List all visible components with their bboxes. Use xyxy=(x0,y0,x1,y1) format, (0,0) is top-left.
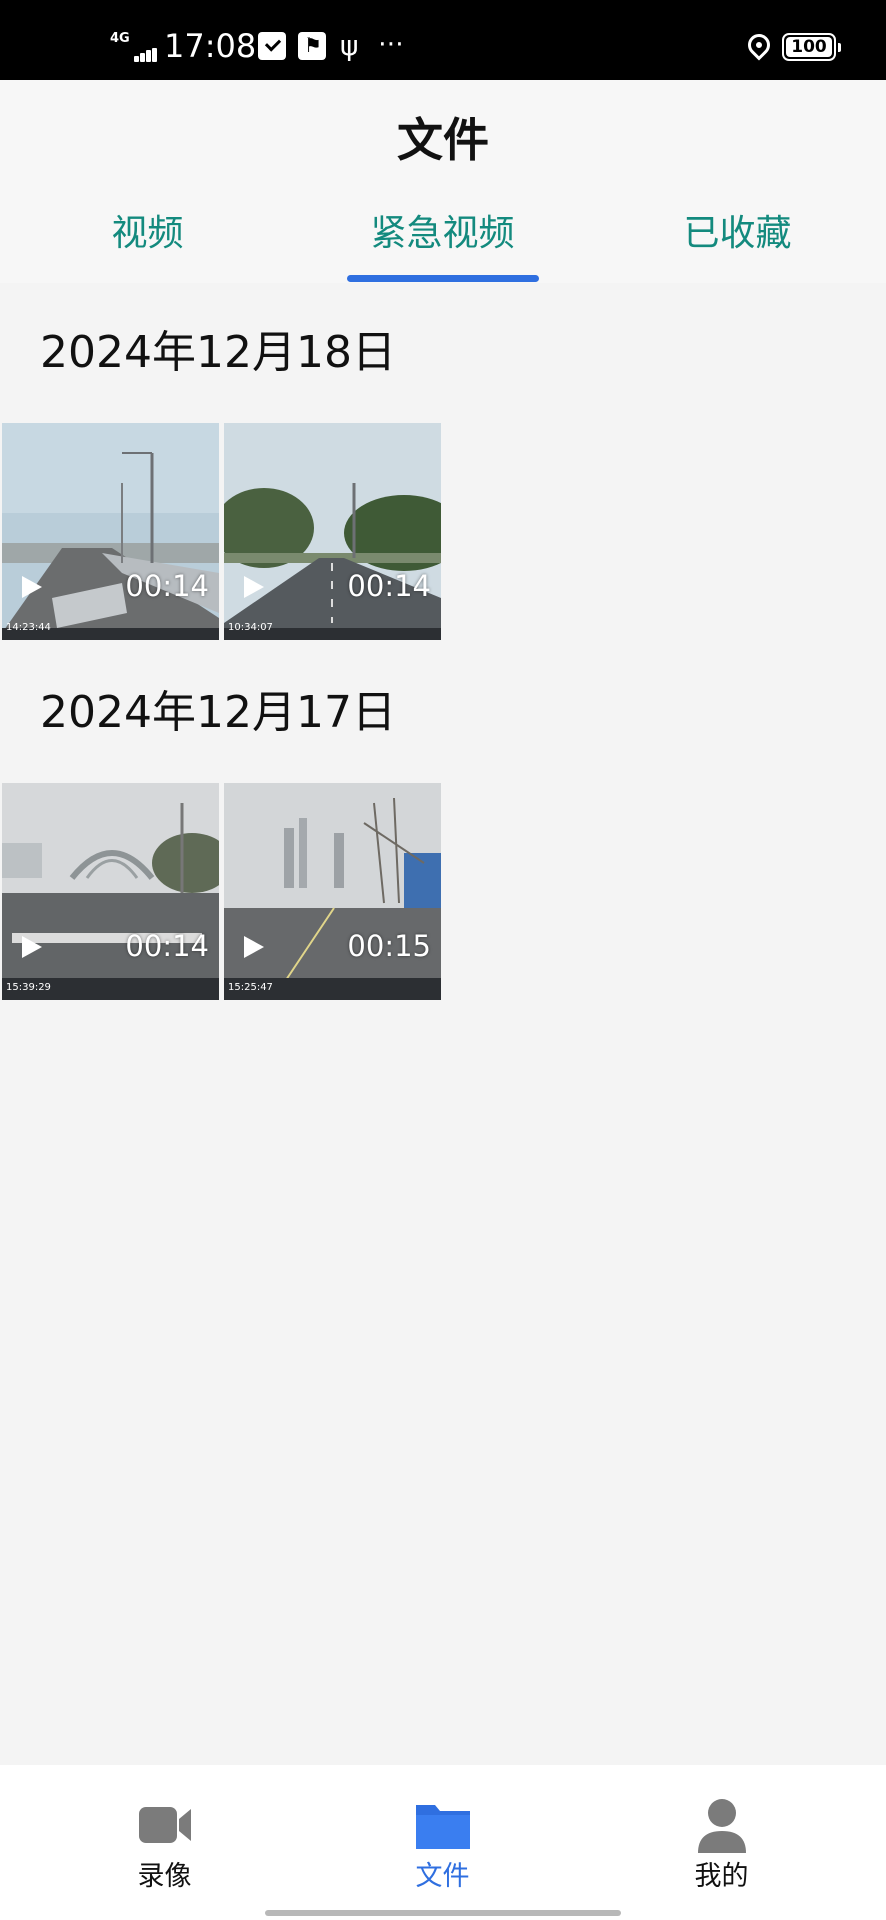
video-duration: 00:15 xyxy=(347,929,431,963)
header: 文件 视频 紧急视频 已收藏 xyxy=(0,80,886,283)
video-duration: 00:14 xyxy=(347,569,431,603)
folder-icon xyxy=(416,1805,470,1849)
video-timestamp: 10:34:07 xyxy=(228,622,273,633)
play-icon xyxy=(22,936,42,958)
video-thumbnail[interactable]: 00:14 15:39:29 xyxy=(2,783,219,1000)
user-icon xyxy=(698,1799,746,1853)
tab-favorites[interactable]: 已收藏 xyxy=(590,212,885,256)
tab-videos[interactable]: 视频 xyxy=(0,212,295,256)
nav-label: 我的 xyxy=(694,1861,749,1892)
status-time: 17:08 xyxy=(164,27,257,65)
video-camera-icon xyxy=(139,1807,191,1843)
bottom-navigation: 录像 文件 我的 xyxy=(0,1765,886,1920)
app-notification-icon xyxy=(298,32,326,60)
play-icon xyxy=(22,576,42,598)
usb-icon: ψ xyxy=(340,29,359,62)
video-timestamp: 15:25:47 xyxy=(228,982,273,993)
dashcam-frame-image xyxy=(2,423,219,640)
status-bar: 4G 17:08 ψ ⋯ 100 xyxy=(0,0,886,80)
dashcam-frame-image xyxy=(2,783,219,1000)
tab-emergency-videos[interactable]: 紧急视频 xyxy=(295,212,590,256)
nav-item-files[interactable]: 文件 xyxy=(295,1765,590,1905)
signal-icon xyxy=(124,34,157,62)
video-duration: 00:14 xyxy=(125,929,209,963)
video-timestamp: 14:23:44 xyxy=(6,622,51,633)
dashcam-frame-image xyxy=(224,423,441,640)
video-thumbnail[interactable]: 00:14 10:34:07 xyxy=(224,423,441,640)
location-icon xyxy=(743,29,775,61)
nav-item-profile[interactable]: 我的 xyxy=(574,1765,869,1905)
nav-item-record[interactable]: 录像 xyxy=(17,1765,312,1905)
more-notifications-icon: ⋯ xyxy=(378,29,406,59)
play-icon xyxy=(244,576,264,598)
dashcam-frame-image xyxy=(224,783,441,1000)
home-indicator[interactable] xyxy=(265,1910,621,1916)
video-duration: 00:14 xyxy=(125,569,209,603)
video-timestamp: 15:39:29 xyxy=(6,982,51,993)
nav-label: 文件 xyxy=(415,1861,470,1892)
video-thumbnail[interactable]: 00:15 15:25:47 xyxy=(224,783,441,1000)
nav-label: 录像 xyxy=(137,1861,192,1892)
video-thumbnail[interactable]: 00:14 14:23:44 xyxy=(2,423,219,640)
battery-level: 100 xyxy=(791,37,827,57)
date-header: 2024年12月18日 xyxy=(40,327,396,378)
date-header: 2024年12月17日 xyxy=(40,687,396,738)
battery-icon: 100 xyxy=(782,33,841,61)
video-list: 2024年12月18日 00:14 14:23:44 00:14 10:34:0… xyxy=(0,283,886,1765)
page-title: 文件 xyxy=(397,113,489,167)
active-tab-indicator xyxy=(347,275,539,282)
play-icon xyxy=(244,936,264,958)
clipboard-check-icon xyxy=(258,32,286,60)
